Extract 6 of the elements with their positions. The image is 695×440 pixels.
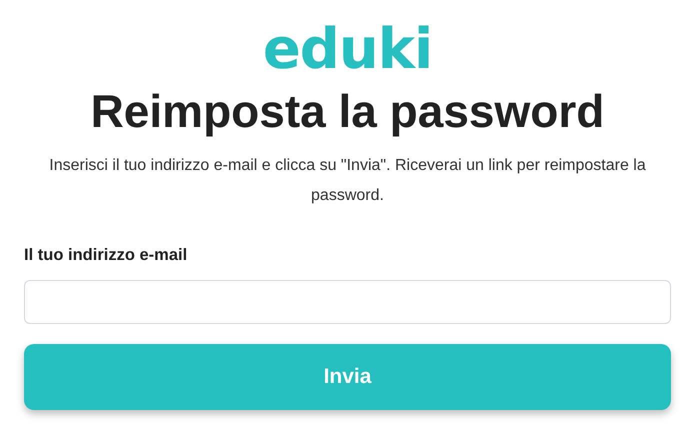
field-label: Il tuo indirizzo e-mail (24, 245, 188, 266)
description: Inserisci il tuo indirizzo e-mail e clicca su "Invia". Riceverai un link per reimpostare la password. (48, 156, 647, 206)
submit-button[interactable]: Invia (24, 344, 671, 410)
page-title: Reimposta la password (90, 84, 604, 139)
email-field[interactable] (24, 280, 671, 324)
logo: eduki (262, 22, 432, 78)
